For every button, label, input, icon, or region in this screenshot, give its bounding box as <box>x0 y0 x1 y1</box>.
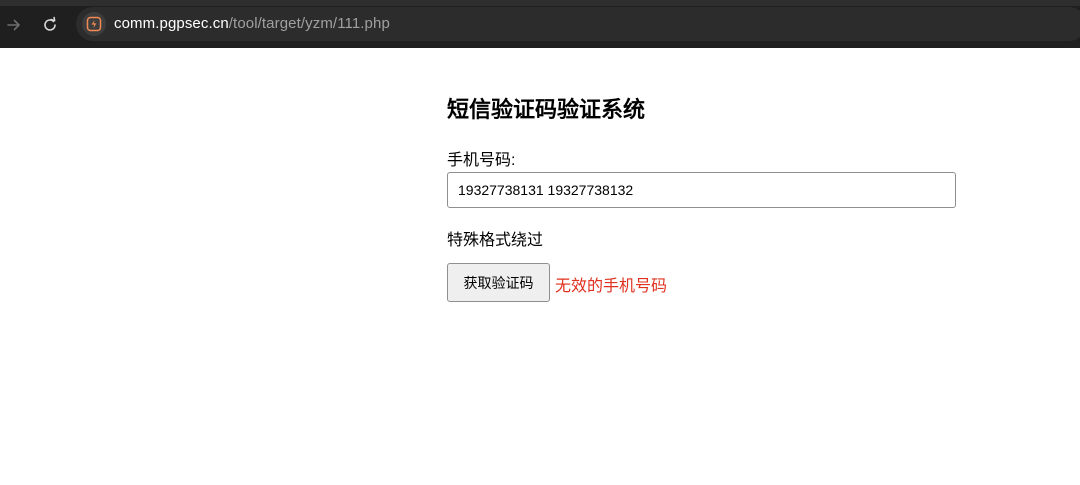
error-message: 无效的手机号码 <box>555 278 668 295</box>
url-path: /tool/target/yzm/111.php <box>228 15 390 32</box>
arrow-right-icon <box>7 19 20 31</box>
url-text[interactable]: comm.pgpsec.cn/tool/target/yzm/111.php <box>114 15 390 32</box>
browser-toolbar: comm.pgpsec.cn/tool/target/yzm/111.php <box>0 0 1080 48</box>
site-info-button[interactable] <box>82 12 106 36</box>
url-host: comm.pgpsec.cn <box>114 15 229 32</box>
bypass-text: 特殊格式绕过 <box>447 232 544 249</box>
reload-button[interactable] <box>38 13 62 37</box>
page-title: 短信验证码验证系统 <box>447 97 646 122</box>
site-info-icon <box>86 16 102 32</box>
reload-icon <box>44 16 56 31</box>
forward-button[interactable] <box>2 13 26 37</box>
phone-label: 手机号码: <box>447 152 516 169</box>
tab-strip-edge <box>0 0 1080 6</box>
get-code-button[interactable]: 获取验证码 <box>447 263 550 302</box>
address-bar[interactable]: comm.pgpsec.cn/tool/target/yzm/111.php <box>76 7 1080 41</box>
phone-input[interactable] <box>447 172 956 208</box>
